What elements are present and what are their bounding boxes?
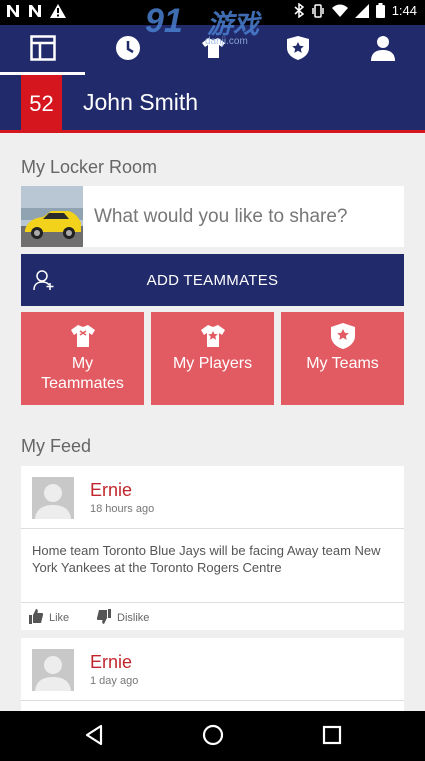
feed-post[interactable]: Ernie 18 hours ago Home team Toronto Blu…: [21, 466, 404, 630]
tab-dashboard[interactable]: [0, 25, 85, 75]
post-body: Home team Toronto Blue Jays will be faci…: [32, 543, 381, 575]
n-notification-icon: [28, 4, 42, 18]
thumbs-down-icon: [96, 609, 111, 627]
bluetooth-icon: [294, 3, 304, 18]
watermark-url: danji.com: [205, 36, 248, 47]
signal-icon: [354, 3, 369, 18]
jersey-number: 52: [21, 75, 62, 132]
dislike-label: Dislike: [117, 612, 150, 624]
dashboard-icon: [29, 34, 56, 66]
user-name: John Smith: [83, 89, 199, 115]
tile-label: My Players: [172, 355, 253, 372]
author-avatar: [32, 477, 74, 519]
wifi-icon: [331, 4, 348, 17]
header-divider: [0, 130, 425, 133]
share-box[interactable]: What would you like to share?: [21, 186, 404, 247]
profile-header: 52 John Smith: [0, 75, 425, 132]
post-author[interactable]: Ernie: [90, 480, 132, 501]
thumbs-up-icon: [29, 609, 44, 627]
add-teammates-button[interactable]: ADD TEAMMATES: [21, 254, 404, 306]
post-time: 1 day ago: [90, 675, 139, 687]
clock-time: 1:44: [391, 3, 417, 18]
post-author[interactable]: Ernie: [90, 652, 132, 673]
add-teammates-label: ADD TEAMMATES: [146, 271, 279, 289]
post-time: 18 hours ago: [90, 503, 155, 515]
person-icon: [370, 35, 395, 66]
my-players-tile[interactable]: My Players: [151, 312, 274, 405]
back-icon[interactable]: [84, 724, 104, 751]
recents-icon[interactable]: [322, 724, 342, 751]
tile-label: My: [71, 355, 94, 372]
jersey-star-icon: [199, 322, 227, 350]
watermark-logo: 91 游戏 danji.com: [145, 2, 280, 50]
shield-star-icon: [329, 322, 357, 350]
watermark-number: 91: [145, 2, 183, 40]
warning-icon: [50, 4, 66, 18]
my-teammates-tile[interactable]: My Teammates: [21, 312, 144, 405]
add-person-icon: [33, 269, 55, 295]
post-actions: Like Dislike: [21, 604, 404, 629]
home-icon[interactable]: [202, 724, 224, 751]
tile-label: Teammates: [41, 375, 124, 392]
tile-label: My Teams: [306, 355, 379, 372]
shield-star-icon: [286, 35, 310, 66]
feed-post[interactable]: Ernie 1 day ago: [21, 638, 404, 711]
locker-room-title: My Locker Room: [21, 157, 158, 177]
tab-profile[interactable]: [340, 25, 425, 75]
system-nav-bar: [0, 711, 425, 761]
author-avatar: [32, 649, 74, 691]
battery-icon: [375, 3, 385, 18]
user-avatar: [21, 186, 83, 247]
share-input[interactable]: What would you like to share?: [94, 206, 347, 228]
divider: [21, 602, 404, 603]
divider: [21, 700, 404, 701]
like-button[interactable]: Like: [29, 609, 69, 627]
my-teams-tile[interactable]: My Teams: [281, 312, 404, 405]
dislike-button[interactable]: Dislike: [96, 609, 150, 627]
n-notification-icon: [6, 4, 20, 18]
jersey-icon: [69, 322, 97, 350]
feed-title: My Feed: [21, 436, 92, 456]
divider: [21, 528, 404, 529]
clock-icon: [115, 35, 141, 66]
like-label: Like: [49, 612, 70, 624]
vibrate-icon: [311, 3, 325, 18]
